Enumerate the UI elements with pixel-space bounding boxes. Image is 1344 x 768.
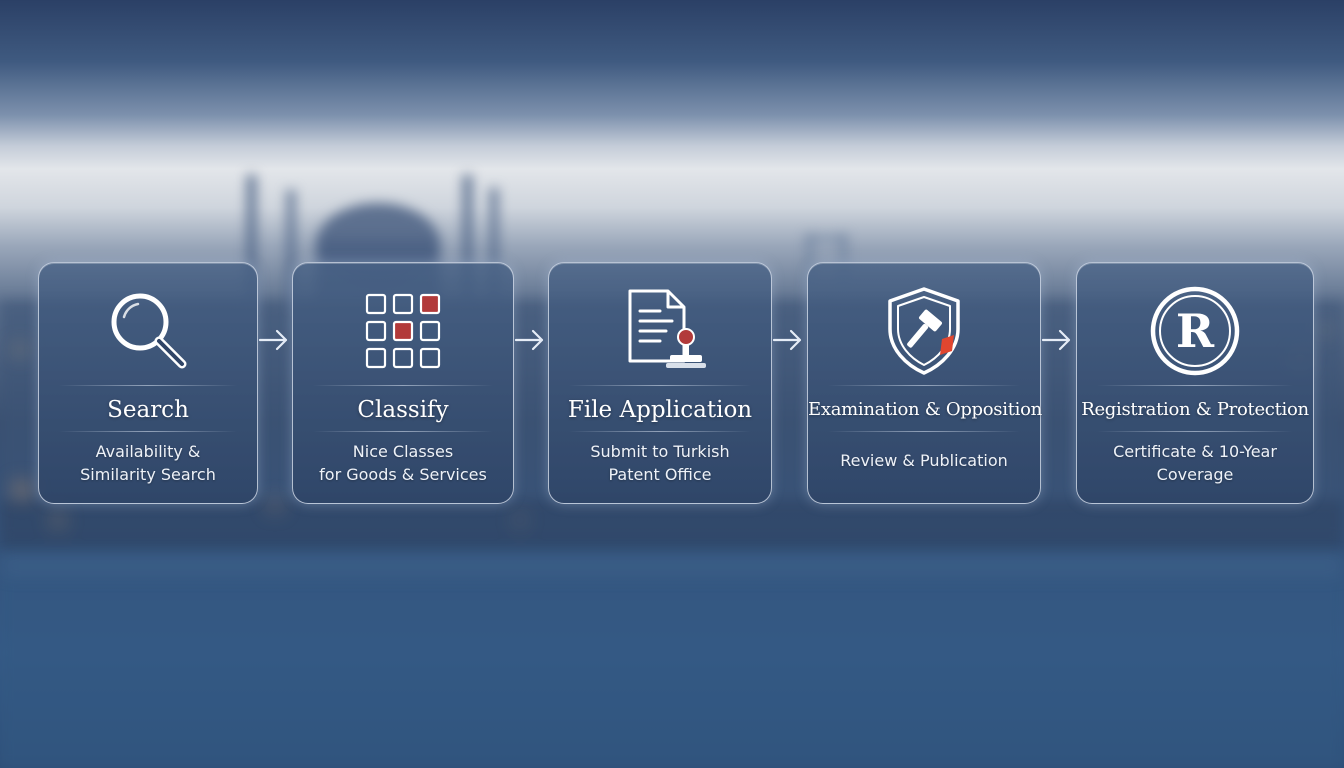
shield-gavel-icon (878, 285, 970, 377)
arrow-right-icon (1041, 326, 1073, 354)
document-stamp-icon (614, 285, 706, 377)
card-divider (828, 431, 1020, 432)
step-title: Examination & Opposition (808, 399, 1042, 420)
step-card-classify: Classify Nice Classes for Goods & Servic… (292, 262, 514, 504)
step-description: Review & Publication (840, 451, 1008, 470)
step-card-search: Search Availability & Similarity Search (38, 262, 258, 504)
card-divider (569, 385, 751, 386)
arrow-right-icon (258, 326, 290, 354)
card-divider (313, 385, 493, 386)
step-title: Registration & Protection (1081, 399, 1309, 420)
card-divider (59, 431, 237, 432)
arrow-right-icon (772, 326, 804, 354)
svg-text:R: R (1176, 304, 1215, 358)
card-divider (1097, 431, 1293, 432)
step-card-examination-opposition: Examination & Opposition Review & Public… (807, 262, 1042, 504)
grid-icon (357, 285, 449, 377)
step-description: Nice Classes for Goods & Services (319, 442, 487, 484)
card-divider (828, 385, 1020, 386)
step-description: Availability & Similarity Search (80, 442, 216, 484)
card-divider (313, 431, 493, 432)
step-title: Search (107, 397, 189, 423)
arrow-right-icon (514, 326, 546, 354)
step-description: Certificate & 10-Year Coverage (1113, 442, 1277, 484)
magnifying-glass-icon (102, 285, 194, 377)
step-description: Submit to Turkish Patent Office (590, 442, 730, 484)
card-divider (59, 385, 237, 386)
step-title: File Application (567, 397, 753, 423)
step-card-registration-protection: R Registration & Protection Certificate … (1076, 262, 1314, 504)
step-title: Classify (357, 397, 449, 423)
card-divider (1097, 385, 1293, 386)
registered-mark-icon: R (1149, 285, 1241, 377)
card-divider (569, 431, 751, 432)
step-card-file-application: File Application Submit to Turkish Paten… (548, 262, 772, 504)
